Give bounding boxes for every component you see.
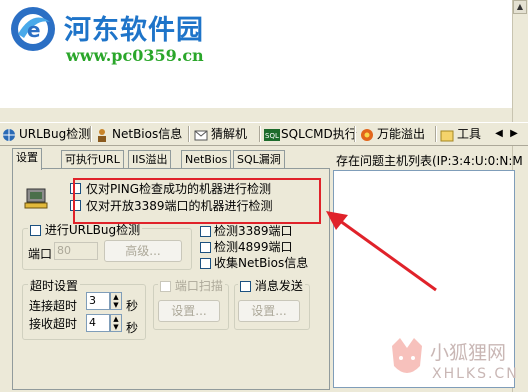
mail-icon — [194, 128, 208, 142]
message-send-checkbox[interactable] — [240, 281, 251, 292]
problem-host-list-label: 存在问题主机列表(IP:3:4:U:0:N:M — [336, 154, 523, 168]
toolbar-scroll-right[interactable]: ▶ — [507, 126, 521, 142]
connect-seconds-label: 秒 — [126, 299, 139, 313]
toolbar-tools-button[interactable]: 工具 — [440, 125, 481, 143]
logo-title: 河东软件园 — [64, 15, 204, 46]
globe-icon — [2, 128, 16, 142]
watermark: 小狐狸网 XHLKS.CN — [388, 332, 519, 390]
scroll-up-button[interactable]: ▲ — [513, 0, 527, 14]
receive-timeout-input[interactable]: 4 — [86, 314, 110, 332]
toolbar-netbios-button[interactable]: NetBios信息 — [95, 125, 182, 143]
detect-3389-label: 检测3389端口 — [214, 224, 293, 238]
tab-settings[interactable]: 设置 — [12, 148, 42, 170]
toolbar-scroll-left[interactable]: ◀ — [492, 126, 506, 142]
receive-timeout-label: 接收超时 — [29, 317, 78, 331]
toolbar: URLBug检测 NetBios信息 猜解机 SQL SQLCMD执行 万能溢出 … — [0, 122, 528, 146]
toolbar-urlbug-button[interactable]: URLBug检测 — [2, 125, 90, 143]
message-send-settings-button[interactable]: 设置... — [238, 300, 300, 322]
detect-4899-label: 检测4899端口 — [214, 240, 293, 254]
toolbar-overflow-label: 万能溢出 — [377, 127, 426, 141]
detect-3389-checkbox[interactable] — [200, 226, 211, 237]
port-scan-header: 端口扫描 — [158, 277, 225, 294]
detect-4899-checkbox[interactable] — [200, 242, 211, 253]
sql-icon: SQL — [264, 128, 280, 142]
watermark-domain: XHLKS.CN — [432, 366, 519, 382]
tab-sql-vuln[interactable]: SQL漏洞 — [233, 150, 285, 169]
machine-icon — [24, 188, 48, 209]
message-send-label: 消息发送 — [254, 279, 303, 293]
logo-icon: e — [11, 7, 55, 51]
watermark-name: 小狐狸网 — [430, 342, 507, 364]
user-icon — [95, 128, 109, 142]
connect-timeout-input[interactable]: 3 — [86, 292, 110, 310]
toolbar-tools-label: 工具 — [457, 127, 482, 141]
port-scan-label: 端口扫描 — [174, 279, 223, 293]
toolbar-netbios-label: NetBios信息 — [112, 127, 183, 141]
annotation-highlight-box — [73, 178, 321, 224]
toolbar-sqlcmd-label: SQLCMD执行 — [281, 127, 357, 141]
connect-timeout-spinner[interactable]: ▲ ▼ — [110, 292, 122, 310]
receive-timeout-spinner[interactable]: ▲ ▼ — [110, 314, 122, 332]
port-scan-checkbox[interactable] — [160, 281, 171, 292]
annotation-arrow — [326, 211, 437, 292]
folder-icon — [440, 128, 454, 142]
logo-url: www.pc0359.cn — [66, 46, 204, 65]
toolbar-urlbug-label: URLBug检测 — [19, 127, 91, 141]
receive-seconds-label: 秒 — [126, 321, 139, 335]
toolbar-overflow-button[interactable]: 万能溢出 — [360, 125, 425, 143]
svg-text:e: e — [27, 18, 41, 42]
tab-netbios[interactable]: NetBios — [181, 150, 232, 169]
svg-text:SQL: SQL — [265, 132, 279, 140]
fox-logo-icon — [392, 338, 422, 373]
urlbug-label: 进行URLBug检测 — [44, 223, 141, 237]
toolbar-sqlcmd-button[interactable]: SQL SQLCMD执行 — [264, 125, 357, 143]
urlbug-checkbox[interactable] — [30, 225, 41, 236]
toolbar-guess-label: 猜解机 — [211, 127, 248, 141]
advanced-button[interactable]: 高级... — [104, 240, 182, 262]
tab-executable-url[interactable]: 可执行URL — [61, 150, 124, 169]
port-label: 端口 — [28, 247, 53, 261]
port-input[interactable]: 80 — [54, 242, 98, 260]
collect-netbios-checkbox[interactable] — [200, 258, 211, 269]
timeout-group-label: 超时设置 — [28, 277, 81, 294]
collect-netbios-label: 收集NetBios信息 — [214, 256, 309, 270]
toolbar-guess-button[interactable]: 猜解机 — [194, 125, 247, 143]
connect-timeout-label: 连接超时 — [29, 299, 78, 313]
message-send-header: 消息发送 — [238, 277, 305, 294]
gear-icon — [360, 128, 374, 142]
tab-iis-overflow[interactable]: IIS溢出 — [128, 150, 172, 169]
port-scan-settings-button[interactable]: 设置... — [158, 300, 220, 322]
